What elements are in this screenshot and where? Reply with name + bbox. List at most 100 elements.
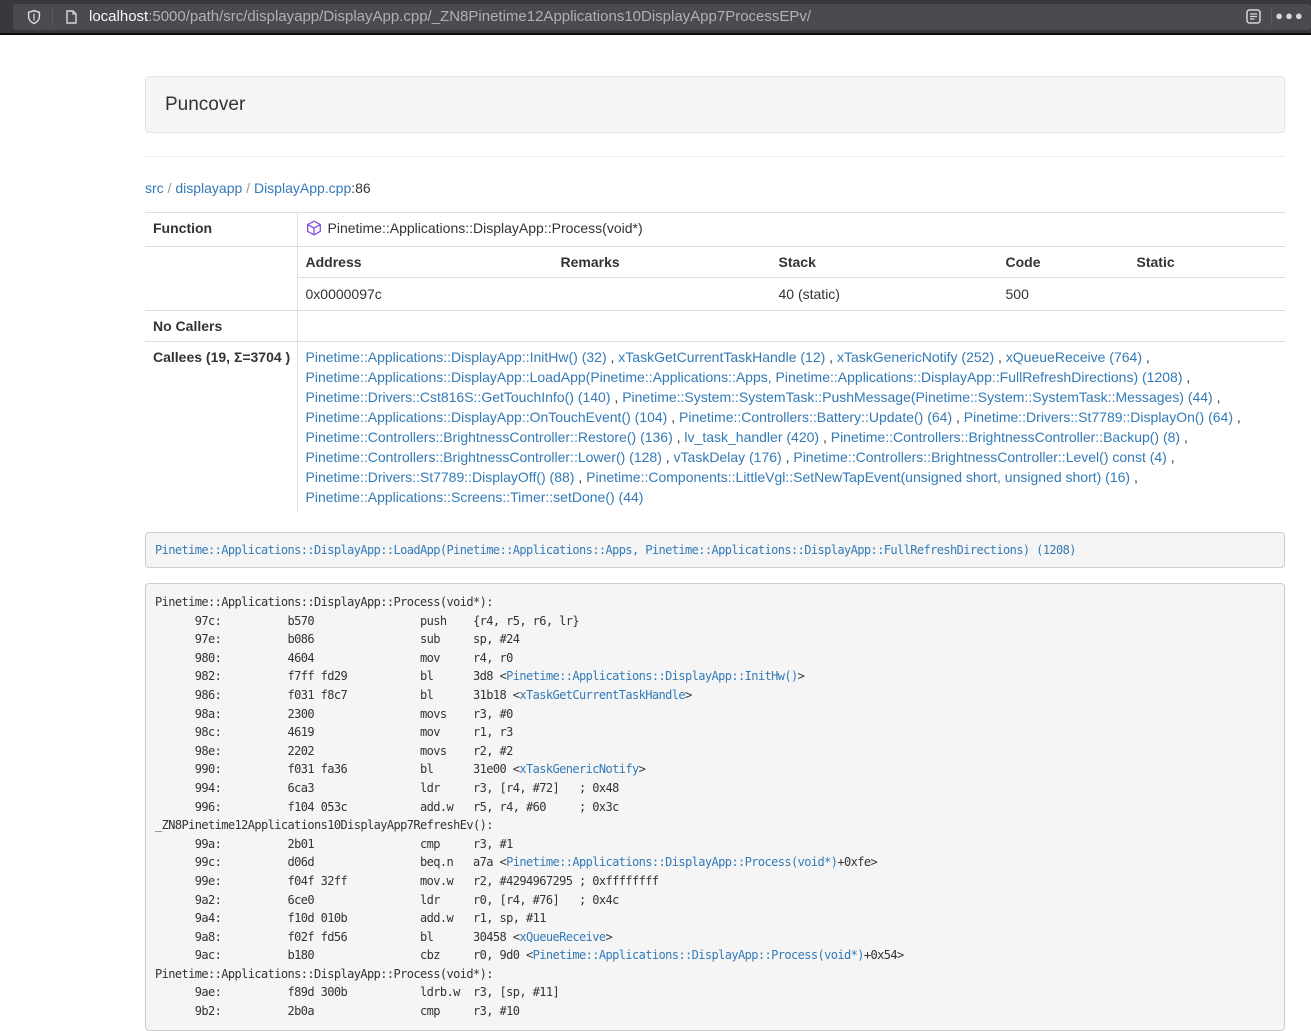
header-divider: [145, 156, 1285, 157]
disassembly-line: 994: 6ca3 ldr r3, [r4, #72] ; 0x48: [155, 779, 1275, 798]
page-actions-menu-icon[interactable]: ●●●: [1279, 6, 1301, 28]
callee-link[interactable]: Pinetime::Controllers::BrightnessControl…: [306, 449, 662, 465]
url-text[interactable]: localhost:5000/path/src/displayapp/Displ…: [89, 8, 1242, 25]
page-title[interactable]: Puncover: [165, 94, 245, 115]
app-header: Puncover: [145, 76, 1285, 133]
code-size-value: 500: [998, 278, 1129, 311]
callee-link[interactable]: Pinetime::Applications::DisplayApp::OnTo…: [306, 409, 668, 425]
remarks-value: [553, 278, 771, 311]
callee-link[interactable]: Pinetime::Controllers::BrightnessControl…: [793, 449, 1166, 465]
table-row: Address Remarks Stack Code Static 0x0000…: [145, 246, 1285, 311]
url-path: :5000/path/src/displayapp/DisplayApp.cpp…: [148, 8, 811, 25]
symbol-link[interactable]: xTaskGetCurrentTaskHandle: [519, 688, 685, 702]
callee-separator: ,: [1167, 449, 1175, 465]
callee-separator: ,: [1142, 349, 1150, 365]
no-callers-label: No Callers: [145, 311, 297, 342]
disassembly-line: 97c: b570 push {r4, r5, r6, lr}: [155, 612, 1275, 631]
disassembly-line: _ZN8Pinetime12Applications10DisplayApp7R…: [155, 816, 1275, 835]
callee-separator: ,: [611, 389, 623, 405]
symbol-link[interactable]: Pinetime::Applications::DisplayApp::Load…: [155, 543, 1076, 557]
url-bar[interactable]: localhost:5000/path/src/displayapp/Displ…: [13, 4, 1311, 30]
callee-link[interactable]: xTaskGenericNotify (252): [837, 349, 994, 365]
disassembly-line: 982: f7ff fd29 bl 3d8 <Pinetime::Applica…: [155, 667, 1275, 686]
callee-link[interactable]: xQueueReceive (764): [1006, 349, 1142, 365]
static-value: [1129, 278, 1286, 311]
callee-separator: ,: [825, 349, 837, 365]
callee-separator: ,: [1182, 369, 1190, 385]
address-value: 0x0000097c: [298, 278, 553, 311]
url-host: localhost: [89, 8, 148, 25]
disassembly-line: 99c: d06d beq.n a7a <Pinetime::Applicati…: [155, 853, 1275, 872]
callee-link[interactable]: Pinetime::Drivers::St7789::DisplayOn() (…: [964, 409, 1233, 425]
callee-separator: ,: [952, 409, 964, 425]
breadcrumb: src / displayapp / DisplayApp.cpp:86: [145, 178, 1285, 198]
callee-separator: ,: [673, 429, 685, 445]
symbol-link[interactable]: xTaskGenericNotify: [519, 762, 638, 776]
function-detail-table: Function Pinetime::Applications::Display…: [145, 212, 1285, 512]
callees-label: Callees (19, Σ=3704 ): [145, 342, 297, 513]
callee-separator: ,: [1233, 409, 1241, 425]
callee-separator: ,: [819, 429, 831, 445]
column-header-static: Static: [1129, 247, 1286, 278]
callee-separator: ,: [607, 349, 619, 365]
callee-separator: ,: [994, 349, 1006, 365]
disassembly-listing: Pinetime::Applications::DisplayApp::Proc…: [145, 583, 1285, 1031]
symbol-link[interactable]: xQueueReceive: [519, 930, 605, 944]
disassembly-line: Pinetime::Applications::DisplayApp::Proc…: [155, 593, 1275, 612]
highlighted-symbol-box: Pinetime::Applications::DisplayApp::Load…: [145, 532, 1285, 568]
column-header-stack: Stack: [771, 247, 998, 278]
browser-toolbar: localhost:5000/path/src/displayapp/Displ…: [0, 0, 1311, 35]
disassembly-line: 97e: b086 sub sp, #24: [155, 630, 1275, 649]
breadcrumb-link[interactable]: DisplayApp.cpp: [254, 180, 351, 196]
symbol-link[interactable]: Pinetime::Applications::DisplayApp::Proc…: [506, 855, 837, 869]
callee-link[interactable]: Pinetime::Controllers::BrightnessControl…: [306, 429, 673, 445]
empty-row-label: [145, 246, 297, 311]
table-row: 0x0000097c 40 (static) 500: [298, 278, 1286, 311]
callee-link[interactable]: Pinetime::Applications::DisplayApp::Load…: [306, 369, 1183, 385]
breadcrumb-link[interactable]: src: [145, 180, 164, 196]
disassembly-line: 99a: 2b01 cmp r3, #1: [155, 835, 1275, 854]
callee-link[interactable]: Pinetime::Controllers::Battery::Update()…: [679, 409, 952, 425]
breadcrumb-link[interactable]: displayapp: [175, 180, 242, 196]
callee-separator: ,: [662, 449, 674, 465]
disassembly-line: 986: f031 f8c7 bl 31b18 <xTaskGetCurrent…: [155, 686, 1275, 705]
disassembly-line: 996: f104 053c add.w r5, r4, #60 ; 0x3c: [155, 798, 1275, 817]
callee-link[interactable]: xTaskGetCurrentTaskHandle (12): [618, 349, 825, 365]
callee-link[interactable]: Pinetime::Applications::Screens::Timer::…: [306, 489, 644, 505]
callee-separator: ,: [1130, 469, 1138, 485]
actions-divider: [1271, 8, 1272, 25]
callee-link[interactable]: Pinetime::Controllers::BrightnessControl…: [831, 429, 1180, 445]
column-header-remarks: Remarks: [553, 247, 771, 278]
page-info-icon[interactable]: [60, 6, 82, 28]
breadcrumb-separator: /: [242, 180, 254, 196]
disassembly-line: 98c: 4619 mov r1, r3: [155, 723, 1275, 742]
symbol-link[interactable]: Pinetime::Applications::DisplayApp::Init…: [506, 669, 797, 683]
disassembly-line: 990: f031 fa36 bl 31e00 <xTaskGenericNot…: [155, 760, 1275, 779]
reader-mode-icon[interactable]: [1242, 6, 1264, 28]
callee-link[interactable]: Pinetime::Components::LittleVgl::SetNewT…: [586, 469, 1130, 485]
callee-link[interactable]: lv_task_handler (420): [684, 429, 819, 445]
shield-icon[interactable]: [23, 6, 45, 28]
metrics-table: Address Remarks Stack Code Static 0x0000…: [298, 246, 1286, 310]
callee-link[interactable]: Pinetime::System::SystemTask::PushMessag…: [622, 389, 1213, 405]
disassembly-line: Pinetime::Applications::DisplayApp::Proc…: [155, 965, 1275, 984]
disassembly-line: 9b2: 2b0a cmp r3, #10: [155, 1002, 1275, 1021]
table-row: Function Pinetime::Applications::Display…: [145, 213, 1285, 247]
callee-link[interactable]: vTaskDelay (176): [674, 449, 782, 465]
callee-separator: ,: [1180, 429, 1188, 445]
callee-separator: ,: [782, 449, 794, 465]
callee-link[interactable]: Pinetime::Drivers::Cst816S::GetTouchInfo…: [306, 389, 611, 405]
breadcrumb-line-number: :86: [351, 180, 370, 196]
disassembly-line: 980: 4604 mov r4, r0: [155, 649, 1275, 668]
callee-separator: ,: [1213, 389, 1221, 405]
disassembly-line: 9ac: b180 cbz r0, 9d0 <Pinetime::Applica…: [155, 946, 1275, 965]
callee-link[interactable]: Pinetime::Drivers::St7789::DisplayOff() …: [306, 469, 575, 485]
table-row: Callees (19, Σ=3704 ) Pinetime::Applicat…: [145, 342, 1285, 513]
symbol-link[interactable]: Pinetime::Applications::DisplayApp::Proc…: [533, 948, 864, 962]
breadcrumb-separator: /: [164, 180, 176, 196]
page-content: Puncover src / displayapp / DisplayApp.c…: [145, 76, 1285, 1031]
callee-separator: ,: [574, 469, 586, 485]
column-header-code: Code: [998, 247, 1129, 278]
table-row: No Callers: [145, 311, 1285, 342]
callee-link[interactable]: Pinetime::Applications::DisplayApp::Init…: [306, 349, 607, 365]
